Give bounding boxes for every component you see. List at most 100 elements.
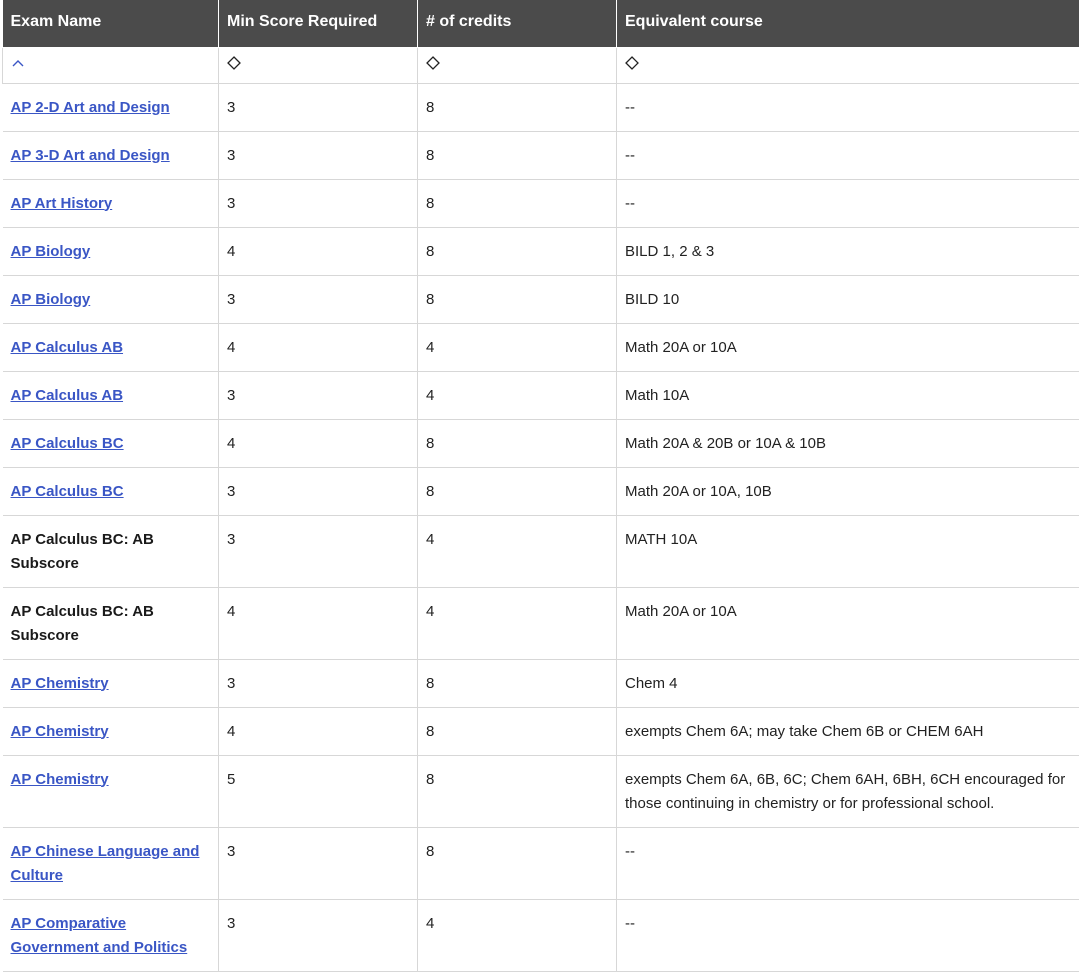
min-score-cell: 3 <box>218 658 418 708</box>
exam-credit-table: Exam Name Min Score Required # of credit… <box>2 0 1079 972</box>
equivalent-course-cell: Math 20A or 10A, 10B <box>616 466 1079 516</box>
exam-name-text: AP Calculus BC: AB Subscore <box>10 602 154 644</box>
credits-cell: 8 <box>417 418 617 468</box>
exam-link[interactable]: AP Chemistry <box>11 771 109 788</box>
min-score-cell: 3 <box>218 826 418 900</box>
equivalent-course-cell: Math 10A <box>616 370 1079 420</box>
equivalent-course-cell: -- <box>616 898 1079 972</box>
sort-cell-min-score <box>218 46 418 84</box>
min-score-cell: 3 <box>218 274 418 324</box>
min-score-cell: 4 <box>218 322 418 372</box>
exam-link[interactable]: AP 2-D Art and Design <box>11 99 170 116</box>
exam-link[interactable]: AP Chinese Language and Culture <box>11 843 200 884</box>
exam-link[interactable]: AP Biology <box>11 243 91 260</box>
table-row: AP Biology 3 8 BILD 10 <box>2 274 1079 324</box>
exam-link[interactable]: AP Biology <box>11 291 91 308</box>
table-row: AP Calculus AB 3 4 Math 10A <box>2 370 1079 420</box>
sort-diamond-icon[interactable] <box>625 55 639 70</box>
exam-name-text: AP Calculus BC: AB Subscore <box>10 530 154 572</box>
exam-link[interactable]: AP 3-D Art and Design <box>11 147 170 164</box>
exam-link[interactable]: AP Chemistry <box>11 675 109 692</box>
header-exam-name[interactable]: Exam Name <box>2 0 219 48</box>
exam-name-cell: AP 3-D Art and Design <box>2 130 219 180</box>
exam-name-cell: AP 2-D Art and Design <box>2 82 219 132</box>
exam-name-cell: AP Art History <box>2 178 219 228</box>
equivalent-course-cell: Math 20A or 10A <box>616 322 1079 372</box>
min-score-cell: 3 <box>218 466 418 516</box>
min-score-cell: 4 <box>218 586 418 660</box>
credits-cell: 4 <box>417 586 617 660</box>
credits-cell: 8 <box>417 274 617 324</box>
table-header-row: Exam Name Min Score Required # of credit… <box>2 0 1079 48</box>
equivalent-course-cell: Chem 4 <box>616 658 1079 708</box>
exam-link[interactable]: AP Comparative Government and Politics <box>11 915 188 956</box>
min-score-cell: 4 <box>218 706 418 756</box>
min-score-cell: 3 <box>218 898 418 972</box>
credits-cell: 4 <box>417 370 617 420</box>
equivalent-course-cell: Math 20A & 20B or 10A & 10B <box>616 418 1079 468</box>
equivalent-course-cell: BILD 10 <box>616 274 1079 324</box>
sort-diamond-icon[interactable] <box>227 55 241 70</box>
credits-cell: 8 <box>417 178 617 228</box>
header-equivalent-course[interactable]: Equivalent course <box>616 0 1079 48</box>
exam-name-cell: AP Chemistry <box>2 754 219 828</box>
equivalent-course-cell: -- <box>616 826 1079 900</box>
credits-cell: 8 <box>417 826 617 900</box>
equivalent-course-cell: -- <box>616 82 1079 132</box>
exam-name-cell: AP Calculus AB <box>2 370 219 420</box>
min-score-cell: 4 <box>218 226 418 276</box>
table-row: AP Calculus BC: AB Subscore 4 4 Math 20A… <box>2 586 1079 660</box>
credits-cell: 8 <box>417 706 617 756</box>
min-score-cell: 3 <box>218 178 418 228</box>
equivalent-course-cell: Math 20A or 10A <box>616 586 1079 660</box>
min-score-cell: 3 <box>218 514 418 588</box>
equivalent-course-cell: -- <box>616 130 1079 180</box>
credits-cell: 4 <box>417 514 617 588</box>
table-row: AP Comparative Government and Politics 3… <box>2 898 1079 972</box>
table-row: AP 3-D Art and Design 3 8 -- <box>2 130 1079 180</box>
sort-cell-exam-name <box>2 46 219 84</box>
exam-link[interactable]: AP Chemistry <box>11 723 109 740</box>
chevron-up-icon[interactable] <box>11 56 25 70</box>
credits-cell: 8 <box>417 466 617 516</box>
min-score-cell: 3 <box>218 130 418 180</box>
table-row: AP Calculus BC 3 8 Math 20A or 10A, 10B <box>2 466 1079 516</box>
exam-link[interactable]: AP Calculus AB <box>11 387 124 404</box>
equivalent-course-cell: exempts Chem 6A; may take Chem 6B or CHE… <box>616 706 1079 756</box>
credits-cell: 8 <box>417 82 617 132</box>
exam-name-cell: AP Comparative Government and Politics <box>2 898 219 972</box>
sort-cell-credits <box>417 46 617 84</box>
table-row: AP Calculus BC 4 8 Math 20A & 20B or 10A… <box>2 418 1079 468</box>
table-row: AP 2-D Art and Design 3 8 -- <box>2 82 1079 132</box>
min-score-cell: 5 <box>218 754 418 828</box>
exam-link[interactable]: AP Calculus BC <box>11 483 124 500</box>
sort-cell-equivalent-course <box>616 46 1079 84</box>
exam-name-cell: AP Chemistry <box>2 658 219 708</box>
exam-link[interactable]: AP Art History <box>11 195 113 212</box>
table-row: AP Calculus BC: AB Subscore 3 4 MATH 10A <box>2 514 1079 588</box>
exam-name-cell: AP Biology <box>2 226 219 276</box>
table-row: AP Art History 3 8 -- <box>2 178 1079 228</box>
table-row: AP Biology 4 8 BILD 1, 2 & 3 <box>2 226 1079 276</box>
header-credits[interactable]: # of credits <box>417 0 617 48</box>
exam-link[interactable]: AP Calculus BC <box>11 435 124 452</box>
table-row: AP Calculus AB 4 4 Math 20A or 10A <box>2 322 1079 372</box>
equivalent-course-cell: -- <box>616 178 1079 228</box>
equivalent-course-cell: MATH 10A <box>616 514 1079 588</box>
exam-name-cell: AP Chinese Language and Culture <box>2 826 219 900</box>
exam-link[interactable]: AP Calculus AB <box>11 339 124 356</box>
exam-name-cell: AP Calculus AB <box>2 322 219 372</box>
header-min-score[interactable]: Min Score Required <box>218 0 418 48</box>
table-row: AP Chemistry 4 8 exempts Chem 6A; may ta… <box>2 706 1079 756</box>
exam-name-cell: AP Calculus BC <box>2 466 219 516</box>
exam-name-cell: AP Calculus BC: AB Subscore <box>2 586 219 660</box>
credits-cell: 8 <box>417 658 617 708</box>
sort-controls-row <box>2 46 1079 84</box>
min-score-cell: 3 <box>218 82 418 132</box>
min-score-cell: 4 <box>218 418 418 468</box>
exam-name-cell: AP Biology <box>2 274 219 324</box>
exam-name-cell: AP Chemistry <box>2 706 219 756</box>
equivalent-course-cell: BILD 1, 2 & 3 <box>616 226 1079 276</box>
sort-diamond-icon[interactable] <box>426 55 440 70</box>
exam-credit-table-container: Exam Name Min Score Required # of credit… <box>0 0 1080 972</box>
